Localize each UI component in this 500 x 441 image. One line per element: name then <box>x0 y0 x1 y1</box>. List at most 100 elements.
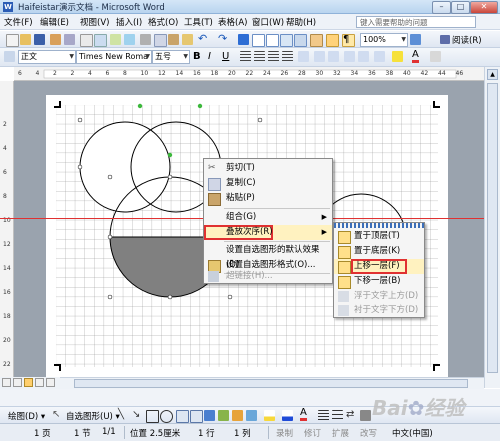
arrow-tool-icon[interactable]: ↘ <box>132 410 143 421</box>
email-icon[interactable] <box>64 34 75 45</box>
underline-button[interactable]: U <box>222 51 229 62</box>
menu-edit[interactable]: 编辑(E) <box>40 16 69 28</box>
submenu-item-behind-text[interactable]: 衬于文字下方(D) <box>334 303 424 318</box>
close-button[interactable]: ✕ <box>470 1 498 14</box>
menu-table[interactable]: 表格(A) <box>218 16 247 28</box>
submenu-item-bring-forward[interactable]: 上移一层(F) <box>334 259 424 274</box>
scroll-up-icon[interactable]: ▲ <box>487 69 498 80</box>
line-tool-icon[interactable]: ╲ <box>118 410 129 421</box>
spelling-icon[interactable] <box>110 34 121 45</box>
print-icon[interactable] <box>80 34 93 47</box>
align-right-icon[interactable] <box>268 51 279 62</box>
outside-border-icon[interactable] <box>374 51 385 62</box>
normal-view-icon[interactable] <box>2 378 11 387</box>
diagram-icon[interactable] <box>218 410 229 421</box>
styles-pane-icon[interactable] <box>4 51 15 62</box>
bullets-icon[interactable] <box>328 51 339 62</box>
maximize-button[interactable]: □ <box>451 1 470 14</box>
submenu-item-bring-to-front[interactable]: 置于顶层(T) <box>334 229 424 244</box>
reading-view-icon[interactable] <box>46 378 55 387</box>
italic-button[interactable]: I <box>208 51 211 62</box>
menu-help[interactable]: 帮助(H) <box>286 16 316 28</box>
undo-icon[interactable]: ↶ <box>198 33 209 45</box>
menu-item-hyperlink[interactable]: 超链接(H)... <box>204 269 332 284</box>
autoshapes-menu-button[interactable]: 自选图形(U) ▾ <box>66 410 120 422</box>
select-objects-icon[interactable]: ↖ <box>52 410 63 421</box>
menu-item-group[interactable]: 组合(G) ▶ <box>204 210 332 225</box>
insert-excel-icon[interactable] <box>280 34 293 47</box>
submenu-item-send-backward[interactable]: 下移一层(B) <box>334 274 424 289</box>
insert-table-icon[interactable] <box>266 34 279 47</box>
line-spacing-icon[interactable] <box>298 51 309 62</box>
toolbar-options-icon[interactable] <box>430 51 441 62</box>
h-scroll-thumb[interactable] <box>74 379 468 388</box>
print-layout-view-icon[interactable] <box>24 378 33 387</box>
draw-font-color-button[interactable]: A <box>300 408 307 421</box>
submenu-drag-bar[interactable] <box>334 223 424 228</box>
submenu-item-in-front-of-text[interactable]: 浮于文字上方(D) <box>334 289 424 304</box>
justify-icon[interactable] <box>282 51 293 62</box>
minimize-button[interactable]: – <box>432 1 451 14</box>
increase-indent-icon[interactable] <box>358 51 369 62</box>
dash-style-icon[interactable] <box>332 410 343 421</box>
help-toolbar-icon[interactable] <box>410 34 421 45</box>
rectangle-tool-icon[interactable] <box>146 410 159 423</box>
help-search-input[interactable]: 键入需要帮助的问题 <box>356 16 476 28</box>
scroll-thumb[interactable] <box>487 83 498 373</box>
draw-menu-button[interactable]: 绘图(D) ▾ <box>8 410 45 422</box>
line-color-icon[interactable] <box>282 410 293 421</box>
menu-item-set-default[interactable]: 设置自选图形的默认效果(D) <box>204 243 332 270</box>
status-trk[interactable]: 修订 <box>304 427 321 439</box>
align-center-icon[interactable] <box>254 51 265 62</box>
show-hide-icon[interactable]: ¶ <box>342 34 355 47</box>
highlight-icon[interactable] <box>392 51 403 62</box>
numbering-icon[interactable] <box>314 51 325 62</box>
menu-window[interactable]: 窗口(W) <box>252 16 284 28</box>
vertical-scrollbar[interactable]: ▲ <box>484 67 500 388</box>
menu-view[interactable]: 视图(V) <box>80 16 109 28</box>
drawing-icon[interactable] <box>310 34 323 47</box>
web-view-icon[interactable] <box>13 378 22 387</box>
line-style-icon[interactable] <box>318 410 329 421</box>
menu-file[interactable]: 文件(F) <box>4 16 33 28</box>
permission-icon[interactable] <box>50 34 61 45</box>
horizontal-ruler[interactable]: 6 4 2 2 4 6 8 10 12 14 16 18 20 22 24 26 28 30 32 34 36 38 40 4… <box>14 67 484 81</box>
style-select[interactable]: 正文 ▼ <box>18 50 76 64</box>
align-left-icon[interactable] <box>240 51 251 62</box>
vertical-text-box-icon[interactable] <box>190 410 203 423</box>
redo-icon[interactable]: ↷ <box>218 33 229 45</box>
oval-tool-icon[interactable] <box>160 410 173 423</box>
read-mode-button[interactable]: 阅读(R) <box>452 34 482 46</box>
research-icon[interactable] <box>124 34 135 45</box>
bold-button[interactable]: B <box>193 51 201 62</box>
circle-shape-left[interactable] <box>79 121 171 213</box>
status-ovr[interactable]: 改写 <box>360 427 377 439</box>
clip-art-icon[interactable] <box>232 410 243 421</box>
vertical-ruler[interactable]: 2 4 6 8 10 12 14 16 18 20 22 <box>0 81 14 377</box>
picture-icon[interactable] <box>246 410 257 421</box>
zoom-select[interactable]: 100% ▼ <box>360 33 408 47</box>
wordart-icon[interactable] <box>204 410 215 421</box>
format-painter-icon[interactable] <box>182 34 193 45</box>
menu-item-copy[interactable]: 复制(C) <box>204 176 332 191</box>
horizontal-scrollbar[interactable] <box>60 377 484 389</box>
font-color-button[interactable]: A <box>412 50 419 63</box>
menu-item-cut[interactable]: ✂ 剪切(T) <box>204 161 332 176</box>
font-size-select[interactable]: 五号 ▼ <box>152 50 190 64</box>
status-ext[interactable]: 扩展 <box>332 427 349 439</box>
print-preview-icon[interactable] <box>94 34 107 47</box>
submenu-item-send-to-back[interactable]: 置于底层(K) <box>334 244 424 259</box>
font-select[interactable]: Times New Roma ▼ <box>76 50 152 64</box>
decrease-indent-icon[interactable] <box>344 51 355 62</box>
open-folder-icon[interactable] <box>20 34 31 45</box>
columns-icon[interactable] <box>294 34 307 47</box>
new-document-icon[interactable] <box>6 34 19 47</box>
outline-view-icon[interactable] <box>35 378 44 387</box>
cut-icon[interactable] <box>140 34 151 45</box>
text-box-icon[interactable] <box>176 410 189 423</box>
save-icon[interactable] <box>34 34 45 45</box>
status-rec[interactable]: 录制 <box>276 427 293 439</box>
document-map-icon[interactable] <box>326 34 339 47</box>
shadow-style-icon[interactable] <box>360 410 371 421</box>
hyperlink-toolbar-icon[interactable] <box>238 34 249 45</box>
